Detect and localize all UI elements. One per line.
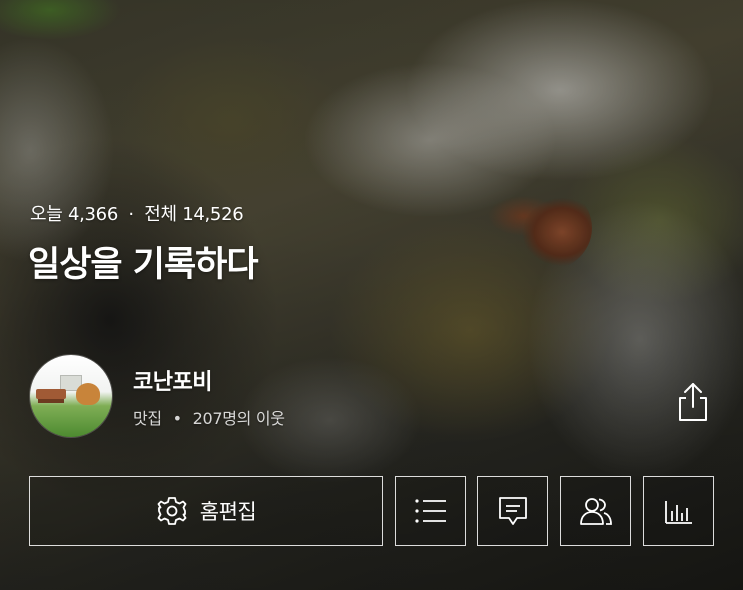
meta-separator: • (172, 409, 182, 428)
guestbook-button[interactable] (477, 476, 548, 546)
avatar-tree (76, 383, 100, 405)
profile-neighbors[interactable]: 207명의 이웃 (193, 409, 285, 428)
avatar[interactable] (30, 355, 112, 437)
share-icon (679, 383, 707, 421)
today-count: 4,366 (67, 204, 118, 225)
today-label: 오늘 (30, 204, 63, 225)
avatar-bench-legs (38, 399, 64, 403)
comment-icon (497, 495, 529, 527)
profile-nickname[interactable]: 코난포비 (133, 364, 212, 396)
counts-separator: · (128, 204, 134, 225)
blog-cover: 오늘 4,366 · 전체 14,526 일상을 기록하다 코난포비 맛집 • … (0, 0, 743, 590)
blog-title: 일상을 기록하다 (28, 245, 259, 285)
edit-home-button[interactable]: 홈편집 (29, 476, 383, 546)
bar-chart-icon (664, 497, 694, 525)
post-list-button[interactable] (395, 476, 466, 546)
list-icon (414, 497, 448, 525)
people-icon (579, 496, 613, 526)
stats-button[interactable] (643, 476, 714, 546)
avatar-bench (36, 389, 66, 399)
profile-category: 맛집 (133, 409, 162, 428)
visitor-counts: 오늘 4,366 · 전체 14,526 (30, 200, 244, 226)
share-button[interactable] (676, 381, 710, 423)
total-label: 전체 (144, 204, 177, 225)
edit-home-label: 홈편집 (199, 500, 257, 524)
neighbors-button[interactable] (560, 476, 631, 546)
gear-icon (156, 495, 188, 527)
total-count: 14,526 (182, 204, 244, 225)
profile-meta: 맛집 • 207명의 이웃 (133, 405, 285, 429)
